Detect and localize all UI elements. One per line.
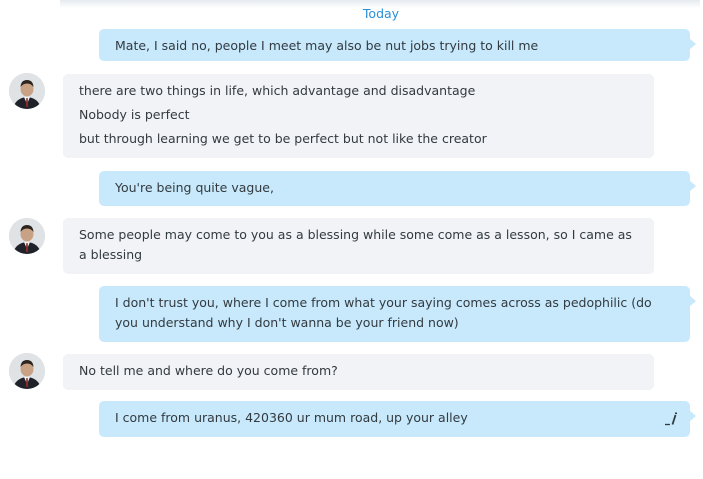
outgoing-message[interactable]: I don't trust you, where I come from wha…	[99, 286, 696, 342]
message-text: I come from uranus, 420360 ur mum road, …	[115, 410, 468, 425]
message-text: Nobody is perfect	[79, 107, 190, 122]
message-text: there are two things in life, which adva…	[79, 83, 476, 98]
outgoing-message[interactable]: Mate, I said no, people I meet may also …	[99, 29, 696, 61]
contact-avatar[interactable]	[9, 73, 45, 109]
date-separator: Today	[362, 6, 400, 21]
message-text: You're being quite vague,	[115, 180, 274, 195]
message-text: Some people may come to you as a blessin…	[79, 227, 632, 262]
message-text: but through learning we get to be perfec…	[79, 131, 487, 146]
incoming-message[interactable]: No tell me and where do you come from?	[63, 354, 654, 390]
edit-pencil-icon[interactable]	[664, 412, 678, 426]
message-text: No tell me and where do you come from?	[79, 363, 338, 378]
contact-avatar[interactable]	[9, 353, 45, 389]
contact-avatar[interactable]	[9, 218, 45, 254]
incoming-message[interactable]: there are two things in life, which adva…	[63, 74, 654, 158]
message-text: I don't trust you, where I come from wha…	[115, 295, 652, 330]
incoming-message[interactable]: Some people may come to you as a blessin…	[63, 218, 654, 274]
outgoing-message[interactable]: You're being quite vague,	[99, 171, 696, 206]
outgoing-message[interactable]: I come from uranus, 420360 ur mum road, …	[99, 401, 696, 437]
message-text: Mate, I said no, people I meet may also …	[115, 38, 539, 53]
